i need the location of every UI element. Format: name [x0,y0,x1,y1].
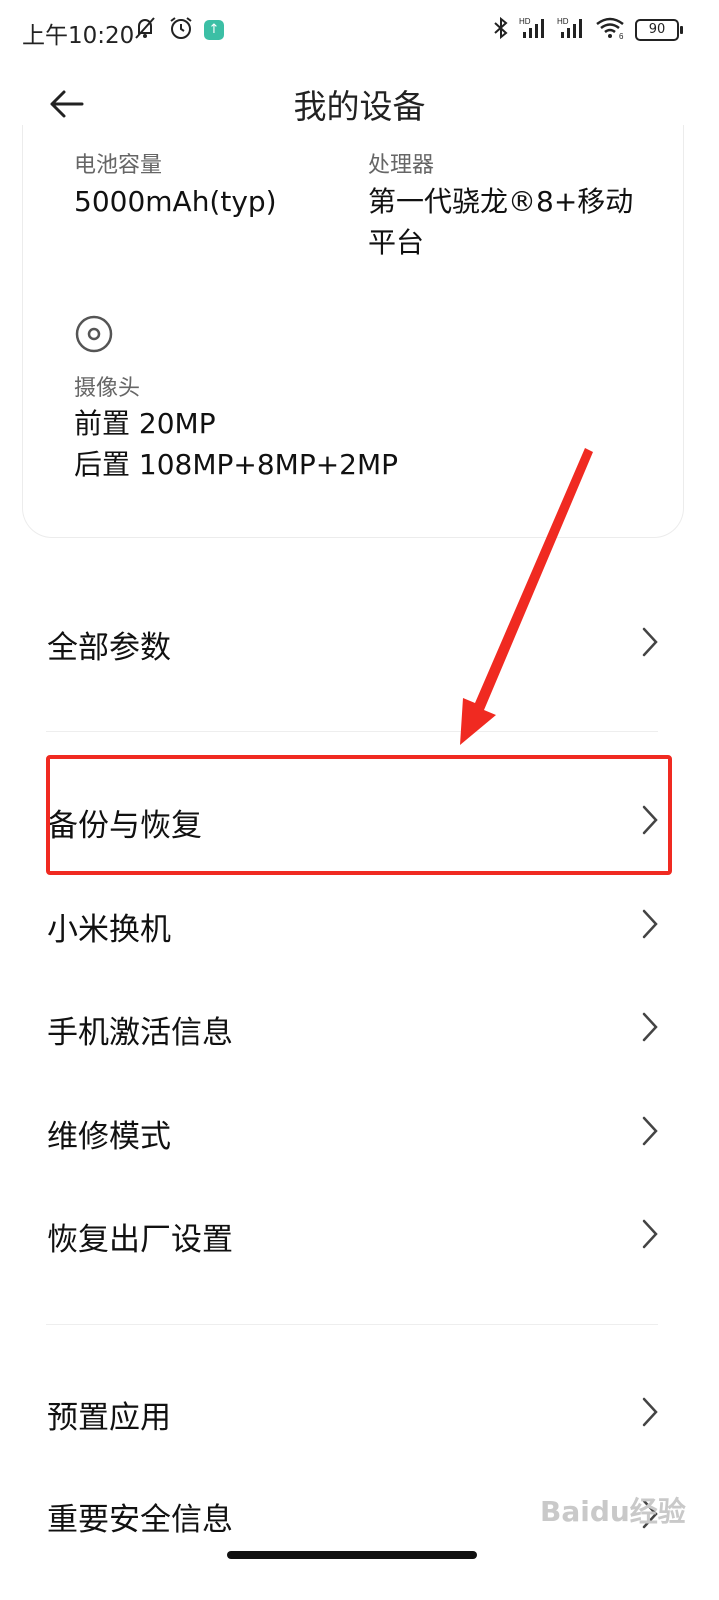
mute-notification-icon [132,16,158,44]
processor-label: 处理器 [368,153,435,178]
menu-item-label: 恢复出厂设置 [47,1222,233,1258]
menu-item-repair-mode[interactable]: 维修模式 [0,1085,719,1181]
status-time: 上午10:20 [22,23,135,49]
status-left-icons: ↑ [132,16,224,44]
bluetooth-icon [491,16,511,44]
baidu-watermark: Baidu经验 [540,1495,686,1528]
app-notification-icon: ↑ [204,20,224,40]
menu-item-label: 重要安全信息 [47,1502,233,1538]
menu-item-mi-mover[interactable]: 小米换机 [0,878,719,974]
section-divider [46,1324,658,1325]
menu-item-label: 小米换机 [47,912,171,948]
chevron-right-icon [640,1011,660,1043]
camera-rear-value: 后置 108MP+8MP+2MP [74,448,399,481]
section-divider [46,731,658,732]
menu-item-preinstalled-apps[interactable]: 预置应用 [0,1366,719,1462]
menu-item-label: 全部参数 [47,630,171,666]
chevron-right-icon [640,1218,660,1250]
chevron-right-icon [640,626,660,658]
menu-item-activation-info[interactable]: 手机激活信息 [0,981,719,1077]
page-title: 我的设备 [293,87,426,126]
status-bar: 上午10:20 ↑ HD HD 6 90 [0,0,719,64]
menu-item-factory-reset[interactable]: 恢复出厂设置 [0,1188,719,1284]
menu-item-label: 预置应用 [47,1400,171,1436]
battery-capacity-label: 电池容量 [74,153,163,178]
highlight-box [46,755,672,875]
menu-item-all-params[interactable]: 全部参数 [0,596,719,692]
camera-icon [75,315,113,353]
chevron-right-icon [640,908,660,940]
signal-hd-icon: HD [519,16,549,44]
alarm-icon [168,16,194,44]
signal-hd-icon: HD [557,16,587,44]
menu-item-label: 维修模式 [47,1119,171,1155]
menu-item-label: 手机激活信息 [47,1015,233,1051]
battery-capacity-value: 5000mAh(typ) [74,185,277,218]
battery-icon: 90 [635,19,683,41]
processor-value-line1: 第一代骁龙®8+移动 [368,185,634,218]
chevron-right-icon [640,1115,660,1147]
home-indicator[interactable] [227,1551,477,1559]
status-right-icons: HD HD 6 90 [491,16,683,44]
camera-label: 摄像头 [74,376,141,401]
chevron-right-icon [640,1396,660,1428]
svg-text:HD: HD [519,17,531,26]
svg-text:HD: HD [557,17,569,26]
device-spec-card: 电池容量 5000mAh(typ) 处理器 第一代骁龙®8+移动 平台 摄像头 … [22,125,684,538]
wifi-icon: 6 [595,16,627,44]
processor-value-line2: 平台 [368,226,425,259]
svg-text:6: 6 [619,32,624,40]
camera-front-value: 前置 20MP [74,407,216,440]
